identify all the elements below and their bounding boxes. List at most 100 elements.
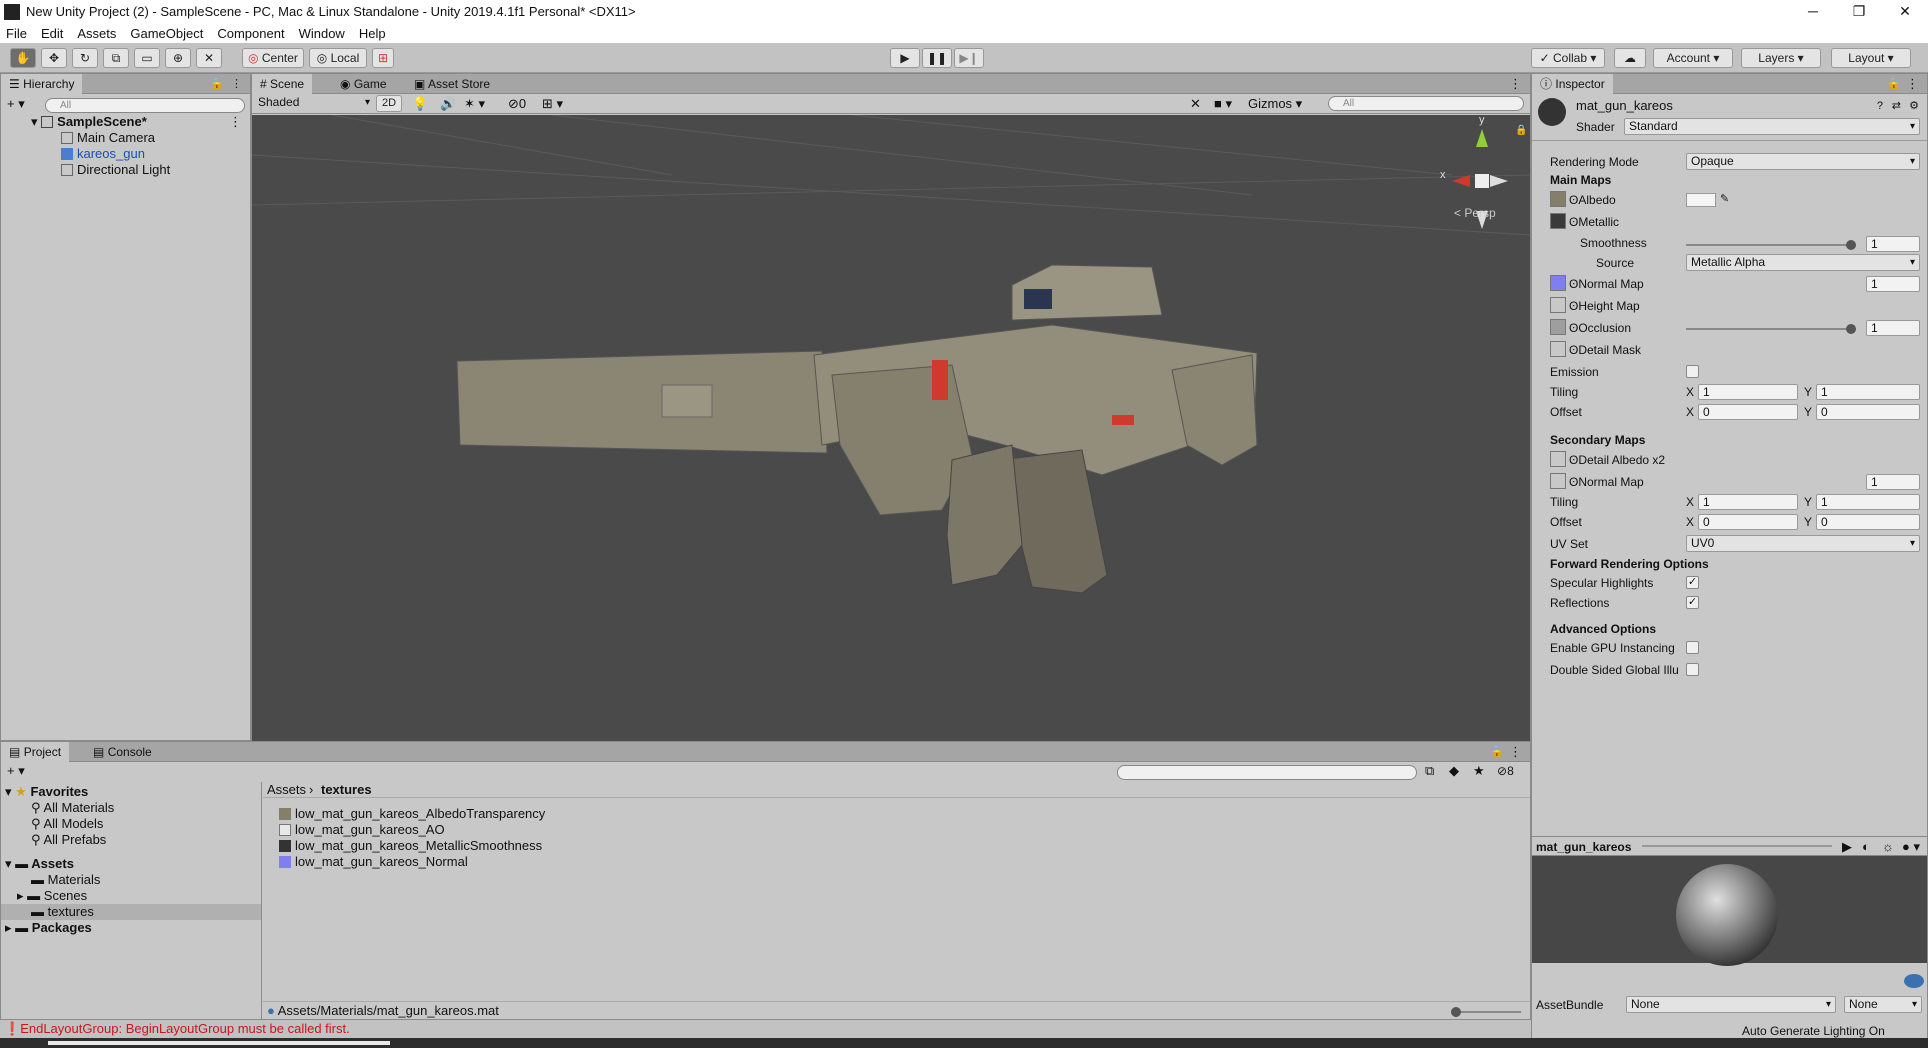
persp-label[interactable]: < Persp <box>1454 205 1496 221</box>
menu-help[interactable]: Help <box>359 26 386 41</box>
step-button[interactable]: ▶❙ <box>954 48 984 68</box>
play-button[interactable]: ▶ <box>890 48 920 68</box>
console-error-message[interactable]: ❗EndLayoutGroup: BeginLayoutGroup must b… <box>4 1021 350 1037</box>
cloud-icon[interactable]: ☁ <box>1614 48 1646 68</box>
preview-shape-dropdown-icon[interactable]: ● ▾ <box>1902 839 1920 855</box>
occlusion-slider-knob[interactable] <box>1846 324 1856 334</box>
assetbundle-dropdown[interactable]: None <box>1626 996 1836 1013</box>
menu-component[interactable]: Component <box>217 26 284 41</box>
tab-console[interactable]: ▤ Console <box>85 742 160 762</box>
rect-tool-icon[interactable]: ▭ <box>134 48 160 68</box>
asset-label-icon[interactable] <box>1904 974 1924 988</box>
project-search-input[interactable] <box>1117 765 1417 780</box>
occlusion-slider[interactable] <box>1686 324 1856 334</box>
menu-edit[interactable]: Edit <box>41 26 63 41</box>
double-sided-gi-checkbox[interactable] <box>1686 663 1699 676</box>
settings-gear-icon[interactable]: ⚙ <box>1909 98 1919 114</box>
rotate-tool-icon[interactable]: ↻ <box>72 48 98 68</box>
sec-offset-y-field[interactable]: 0 <box>1816 514 1920 530</box>
tab-asset-store[interactable]: ▣ Asset Store <box>406 74 498 94</box>
preview-light-icon[interactable]: ☼ <box>1882 839 1894 855</box>
scene-menu-dots-icon[interactable]: ⋮ <box>1509 76 1522 92</box>
secondary-normal-texture-slot[interactable] <box>1550 473 1566 489</box>
folder-textures[interactable]: ▬ textures <box>1 904 261 920</box>
gizmo-lock-icon[interactable]: 🔒 <box>1515 123 1527 139</box>
scale-tool-icon[interactable]: ⧉ <box>103 48 129 68</box>
menu-dots-icon[interactable]: ⋮ <box>231 76 242 92</box>
audio-toggle-icon[interactable]: 🔊 <box>440 96 456 112</box>
2d-toggle[interactable]: 2D <box>376 95 402 112</box>
search-by-label-icon[interactable]: ◆ <box>1449 763 1459 779</box>
preview-splitter[interactable] <box>1642 845 1832 847</box>
menu-window[interactable]: Window <box>299 26 345 41</box>
shading-mode-dropdown[interactable]: Shaded <box>254 95 374 112</box>
preview-play-icon[interactable]: ▶ <box>1842 839 1852 855</box>
preview-sphere-icon[interactable]: ◐ <box>1862 839 1870 855</box>
occlusion-texture-slot[interactable] <box>1550 319 1566 335</box>
favorites-node[interactable]: ▾ ★ Favorites <box>5 784 88 800</box>
camera-dropdown-icon[interactable]: ■ ▾ <box>1214 96 1232 112</box>
tiling-x-field[interactable]: 1 <box>1698 384 1798 400</box>
hierarchy-item-directional-light[interactable]: Directional Light <box>61 162 170 178</box>
create-button[interactable]: + ▾ <box>7 96 25 112</box>
sec-offset-x-field[interactable]: 0 <box>1698 514 1798 530</box>
gpu-instancing-checkbox[interactable] <box>1686 641 1699 654</box>
pivot-center-button[interactable]: ◎ Center <box>242 48 304 68</box>
project-menu-icon[interactable]: ⋮ <box>1509 744 1522 760</box>
secondary-normal-field[interactable]: 1 <box>1866 474 1920 490</box>
hierarchy-item-kareos-gun[interactable]: kareos_gun <box>61 146 145 162</box>
eyedropper-icon[interactable]: ✎ <box>1720 191 1729 207</box>
tab-inspector[interactable]: ⓘ Inspector <box>1532 74 1613 94</box>
detail-albedo-texture-slot[interactable] <box>1550 451 1566 467</box>
tab-game[interactable]: ◉ Game <box>332 74 395 94</box>
file-albedo[interactable]: low_mat_gun_kareos_AlbedoTransparency <box>279 806 545 822</box>
tab-project[interactable]: ▤ Project <box>1 742 70 762</box>
specular-highlights-checkbox[interactable]: ✓ <box>1686 576 1699 589</box>
collab-dropdown[interactable]: ✓ Collab ▾ <box>1531 48 1605 68</box>
icon-size-knob[interactable] <box>1451 1007 1461 1017</box>
lighting-toggle-icon[interactable]: 💡 <box>412 96 428 112</box>
albedo-texture-slot[interactable] <box>1550 191 1566 207</box>
file-normal[interactable]: low_mat_gun_kareos_Normal <box>279 854 468 870</box>
source-dropdown[interactable]: Metallic Alpha <box>1686 254 1920 271</box>
gun-model[interactable] <box>456 264 1258 594</box>
move-tool-icon[interactable]: ✥ <box>41 48 67 68</box>
albedo-color-swatch[interactable] <box>1686 193 1716 207</box>
tab-scene[interactable]: # Scene <box>252 74 313 94</box>
pause-button[interactable]: ❚❚ <box>922 48 952 68</box>
maximize-button[interactable]: ❐ <box>1836 0 1882 23</box>
menu-assets[interactable]: Assets <box>77 26 116 41</box>
custom-tool-icon[interactable]: ✕ <box>196 48 222 68</box>
uv-set-dropdown[interactable]: UV0 <box>1686 535 1920 552</box>
help-icon[interactable]: ? <box>1877 98 1883 114</box>
hierarchy-item-main-camera[interactable]: Main Camera <box>61 130 155 146</box>
file-ao[interactable]: low_mat_gun_kareos_AO <box>279 822 445 838</box>
sec-tiling-x-field[interactable]: 1 <box>1698 494 1798 510</box>
normal-map-texture-slot[interactable] <box>1550 275 1566 291</box>
material-preview[interactable] <box>1532 856 1927 966</box>
smoothness-slider[interactable] <box>1686 240 1856 250</box>
save-search-star-icon[interactable]: ★ <box>1473 763 1485 779</box>
hierarchy-search-input[interactable]: All <box>45 98 245 113</box>
sec-tiling-y-field[interactable]: 1 <box>1816 494 1920 510</box>
smoothness-field[interactable]: 1 <box>1866 236 1920 252</box>
reflections-checkbox[interactable]: ✓ <box>1686 596 1699 609</box>
account-dropdown[interactable]: Account ▾ <box>1653 48 1733 68</box>
rendering-mode-dropdown[interactable]: Opaque <box>1686 153 1920 170</box>
inspector-lock-icon[interactable]: 🔒 <box>1887 76 1901 92</box>
hidden-packages-toggle[interactable]: ⊘8 <box>1497 763 1514 779</box>
emission-checkbox[interactable] <box>1686 365 1699 378</box>
search-by-type-icon[interactable]: ⧉ <box>1425 763 1434 779</box>
project-create-button[interactable]: + ▾ <box>7 763 25 779</box>
assetbundle-variant-dropdown[interactable]: None <box>1844 996 1922 1013</box>
hidden-objects-icon[interactable]: ⊘0 <box>508 96 526 112</box>
assets-node[interactable]: ▾ ▬ Assets <box>5 856 74 872</box>
layout-dropdown[interactable]: Layout ▾ <box>1831 48 1911 68</box>
offset-x-field[interactable]: 0 <box>1698 404 1798 420</box>
folder-materials[interactable]: ▬ Materials <box>31 872 100 888</box>
scene-viewport[interactable]: y x 🔒 < Persp <box>252 115 1530 741</box>
hand-tool-icon[interactable]: ✋ <box>10 48 36 68</box>
gizmos-dropdown[interactable]: Gizmos ▾ <box>1248 96 1302 112</box>
menu-file[interactable]: File <box>6 26 27 41</box>
offset-y-field[interactable]: 0 <box>1816 404 1920 420</box>
